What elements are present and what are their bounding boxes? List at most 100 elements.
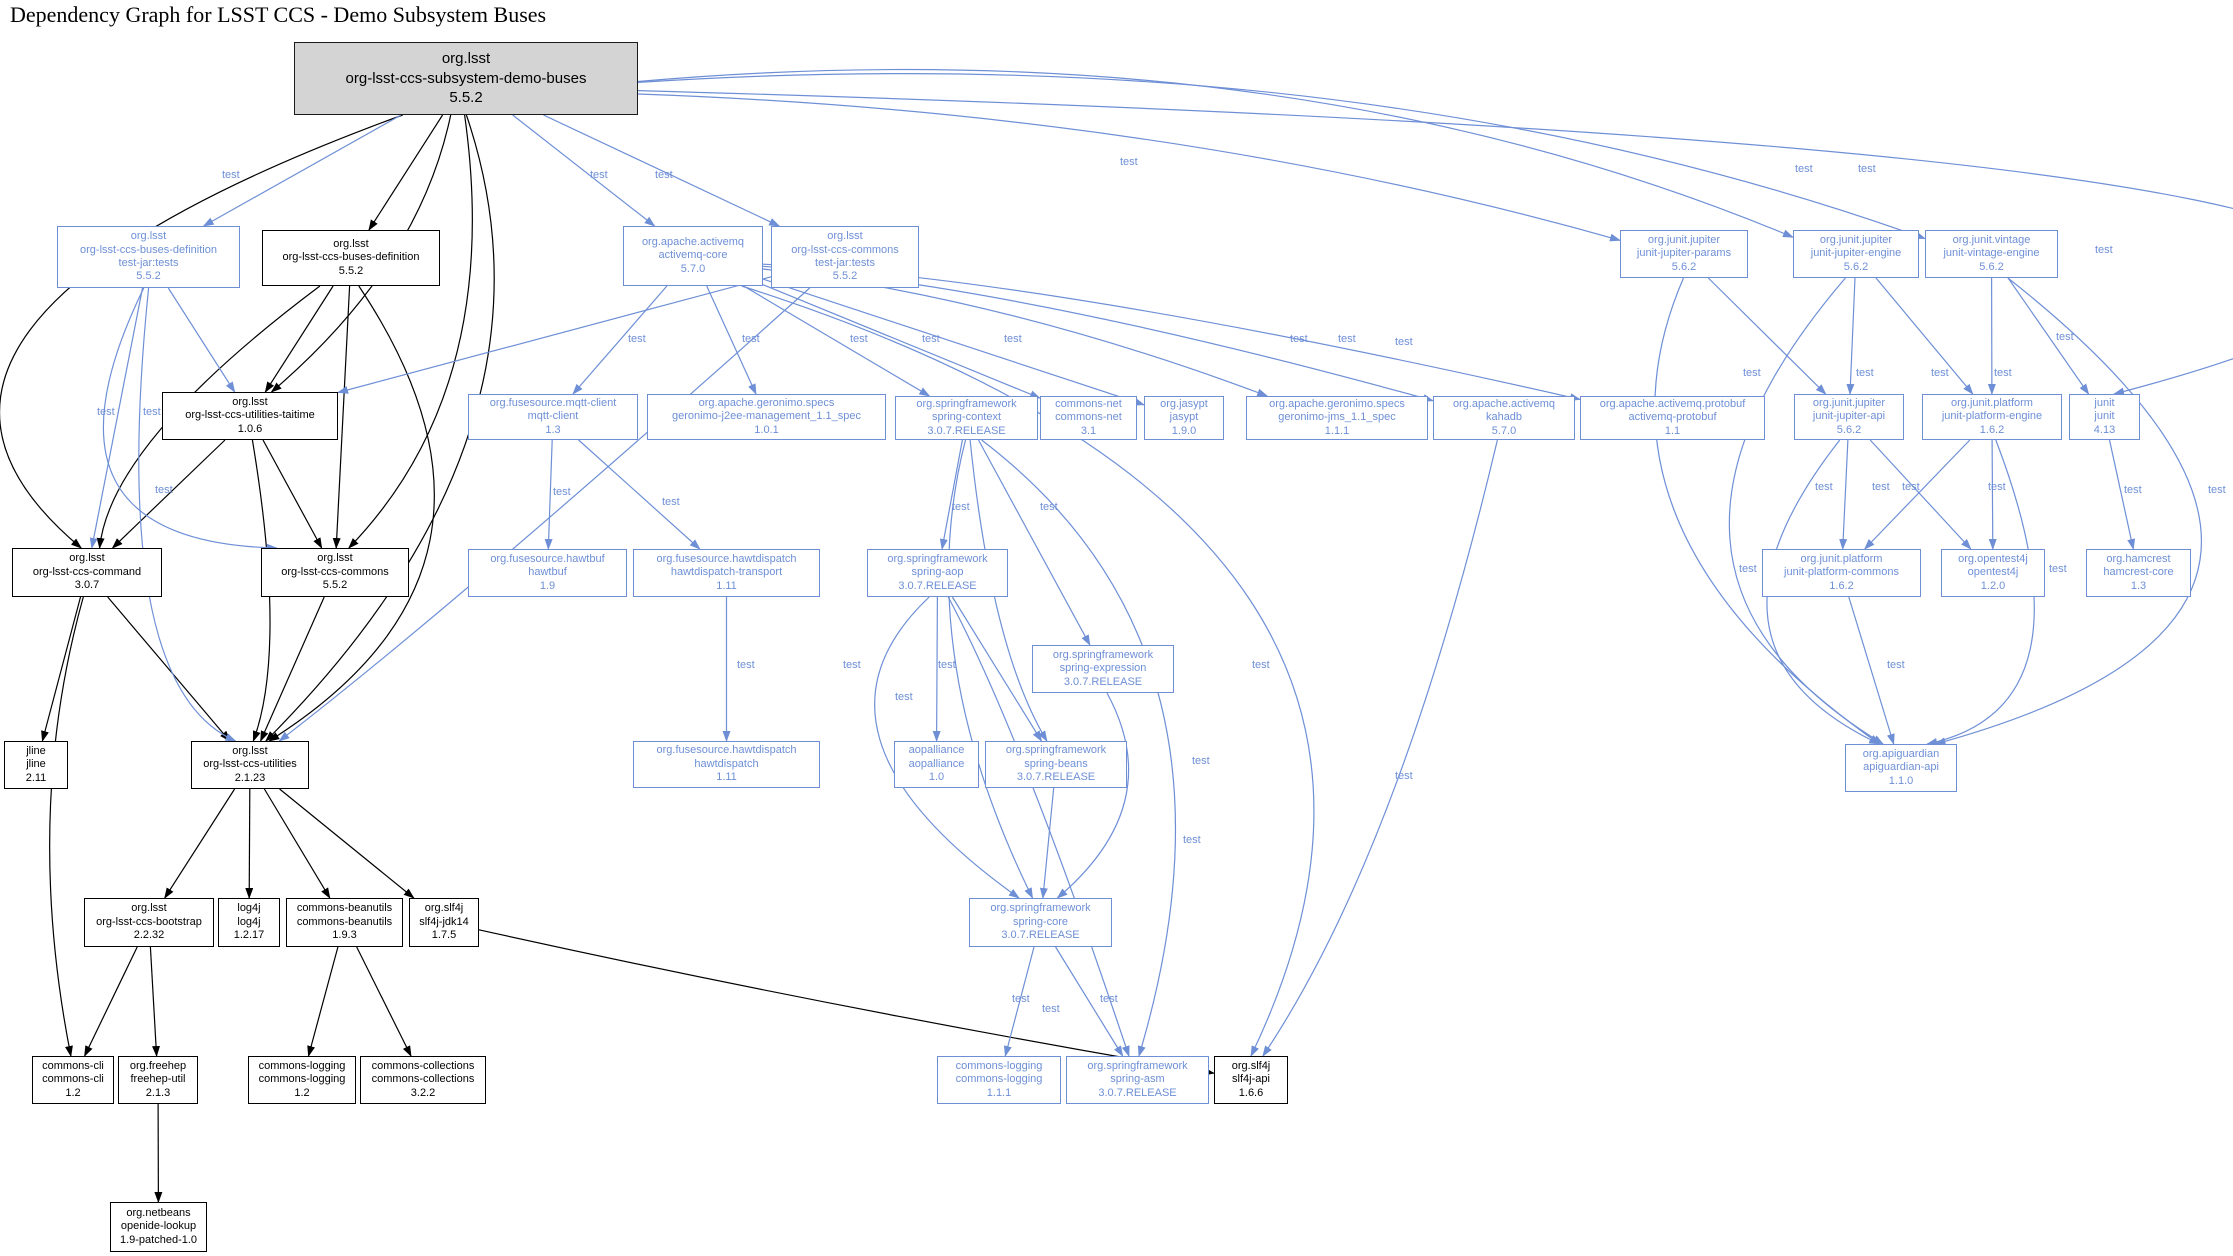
- node-label-line: kahadb: [1486, 411, 1522, 424]
- node-label-line: 1.3: [545, 424, 560, 437]
- edge-engine-pengine: [1876, 278, 1973, 394]
- node-label-line: 5.6.2: [1844, 261, 1868, 274]
- node-openide: org.netbeansopenide-lookup1.9-patched-1.…: [110, 1202, 207, 1252]
- node-engine: org.junit.jupiterjunit-jupiter-engine5.6…: [1793, 230, 1919, 278]
- node-vintage: org.junit.vintagejunit-vintage-engine5.6…: [1925, 230, 2058, 278]
- edge-test-label: test: [1290, 333, 1308, 345]
- edge-bootstrap-cli: [85, 947, 138, 1056]
- edge-engine-japi: [1850, 278, 1855, 394]
- edge-test-label: test: [1120, 156, 1138, 168]
- node-label-line: 3.0.7.RELEASE: [1098, 1087, 1176, 1100]
- edge-test-label: test: [1040, 501, 1058, 513]
- edge-test-label: test: [2049, 563, 2067, 575]
- node-commons: org.lsstorg-lsst-ccs-commons5.5.2: [261, 548, 409, 597]
- node-label-line: 1.1: [1665, 425, 1680, 438]
- node-command: org.lsstorg-lsst-ccs-command3.0.7: [12, 548, 162, 597]
- node-label-line: commons-beanutils: [297, 916, 392, 929]
- edge-commonstests-taitime: [338, 277, 771, 393]
- edge-test-label: test: [1994, 367, 2012, 379]
- edge-test-label: test: [97, 406, 115, 418]
- node-label-line: 1.9-patched-1.0: [120, 1234, 197, 1247]
- node-commonstests: org.lsstorg-lsst-ccs-commonstest-jar:tes…: [771, 226, 919, 288]
- node-label-line: 1.6.2: [1980, 424, 2004, 437]
- edge-command-utilities: [108, 597, 230, 741]
- node-label-line: slf4j-jdk14: [419, 916, 469, 929]
- node-label-line: 2.1.3: [146, 1087, 170, 1100]
- edge-params-japi: [1708, 278, 1825, 394]
- node-params: org.junit.jupiterjunit-jupiter-params5.6…: [1620, 230, 1748, 278]
- node-label-line: 5.5.2: [339, 265, 363, 278]
- edge-test-label: test: [1887, 659, 1905, 671]
- edge-test-label: test: [1858, 163, 1876, 175]
- node-label-line: 1.7.5: [432, 929, 456, 942]
- node-label-line: org.junit.jupiter: [1820, 234, 1892, 247]
- edge-commonstests-utilities: [279, 288, 809, 741]
- node-label-line: org.lsst: [131, 902, 166, 915]
- node-label-line: junit: [2094, 397, 2114, 410]
- node-label-line: mqtt-client: [528, 410, 579, 423]
- edge-kahadb-slf4japi: [1263, 440, 1498, 1056]
- node-label-line: org.lsst: [317, 552, 352, 565]
- node-label-line: 1.6.2: [1829, 580, 1853, 593]
- node-jline: jlinejline2.11: [4, 741, 68, 789]
- node-label-line: 1.6.6: [1239, 1087, 1263, 1100]
- node-mqtt: org.fusesource.mqtt-clientmqtt-client1.3: [468, 394, 638, 440]
- node-beanutils: commons-beanutilscommons-beanutils1.9.3: [286, 898, 403, 947]
- edge-test-label: test: [2056, 331, 2074, 343]
- edge-root-activemq: [513, 115, 655, 226]
- node-log4j: log4jlog4j1.2.17: [218, 898, 280, 947]
- edge-root-commons: [349, 115, 473, 548]
- node-label-line: spring-beans: [1024, 758, 1088, 771]
- node-label-line: org.apiguardian: [1863, 748, 1939, 761]
- edge-test-label: test: [1739, 563, 1757, 575]
- node-label-line: openide-lookup: [121, 1220, 196, 1233]
- node-label-line: 3.2.2: [411, 1087, 435, 1100]
- node-label-line: 1.0.6: [238, 423, 262, 436]
- node-activemq: org.apache.activemqactivemq-core5.7.0: [623, 226, 763, 286]
- edge-beans-score: [1043, 788, 1054, 898]
- node-busesdef: org.lsstorg-lsst-ccs-buses-definition5.5…: [262, 230, 440, 286]
- node-label-line: commons-logging: [956, 1060, 1043, 1073]
- node-bootstrap: org.lsstorg-lsst-ccs-bootstrap2.2.32: [84, 898, 214, 947]
- node-label-line: org.lsst: [827, 230, 862, 243]
- edge-test-label: test: [1988, 481, 2006, 493]
- node-cli: commons-clicommons-cli1.2: [32, 1056, 114, 1104]
- edge-test-label: test: [1902, 481, 1920, 493]
- node-label-line: 1.11: [716, 580, 737, 593]
- node-label-line: hawtdispatch: [694, 758, 758, 771]
- node-label-line: org-lsst-ccs-buses-definition: [283, 251, 420, 264]
- node-label-line: org-lsst-ccs-buses-definition: [80, 244, 217, 257]
- node-label-line: jline: [26, 758, 46, 771]
- edge-test-label: test: [952, 501, 970, 513]
- node-label-line: 4.13: [2094, 424, 2115, 437]
- edge-root-engine: [638, 70, 1793, 238]
- node-collections: commons-collectionscommons-collections3.…: [360, 1056, 486, 1104]
- node-label-line: hawtbuf: [528, 566, 567, 579]
- edge-test-label: test: [1815, 481, 1833, 493]
- node-label-line: org.apache.activemq.protobuf: [1600, 398, 1746, 411]
- edge-context-aop: [942, 440, 962, 549]
- edge-test-label: test: [843, 659, 861, 671]
- node-label-line: org.hamcrest: [2106, 553, 2170, 566]
- node-beans: org.springframeworkspring-beans3.0.7.REL…: [985, 741, 1127, 788]
- node-label-line: org-lsst-ccs-command: [33, 566, 141, 579]
- node-expression: org.springframeworkspring-expression3.0.…: [1032, 645, 1174, 693]
- edge-test-label: test: [1042, 1003, 1060, 1015]
- edge-test-label: test: [1012, 993, 1030, 1005]
- node-label-line: org.springframework: [1053, 649, 1153, 662]
- node-label-line: 2.1.23: [235, 772, 266, 785]
- node-label-line: 2.11: [26, 772, 47, 785]
- node-label-line: 5.7.0: [681, 263, 705, 276]
- edge-mqtt-hawtbuf: [548, 440, 552, 549]
- edge-test-label: test: [553, 486, 571, 498]
- node-label-line: spring-core: [1013, 916, 1068, 929]
- node-pengine: org.junit.platformjunit-platform-engine1…: [1922, 394, 2062, 440]
- node-label-line: org.lsst: [69, 552, 104, 565]
- node-label-line: 5.5.2: [833, 270, 857, 283]
- node-label-line: org.junit.jupiter: [1648, 234, 1720, 247]
- node-apiguardian: org.apiguardianapiguardian-api1.1.0: [1845, 744, 1957, 792]
- node-freehep: org.freehepfreehep-util2.1.3: [118, 1056, 198, 1104]
- node-label-line: test-jar:tests: [119, 257, 179, 270]
- node-label-line: 3.0.7.RELEASE: [1017, 771, 1095, 784]
- node-label-line: 1.2: [65, 1087, 80, 1100]
